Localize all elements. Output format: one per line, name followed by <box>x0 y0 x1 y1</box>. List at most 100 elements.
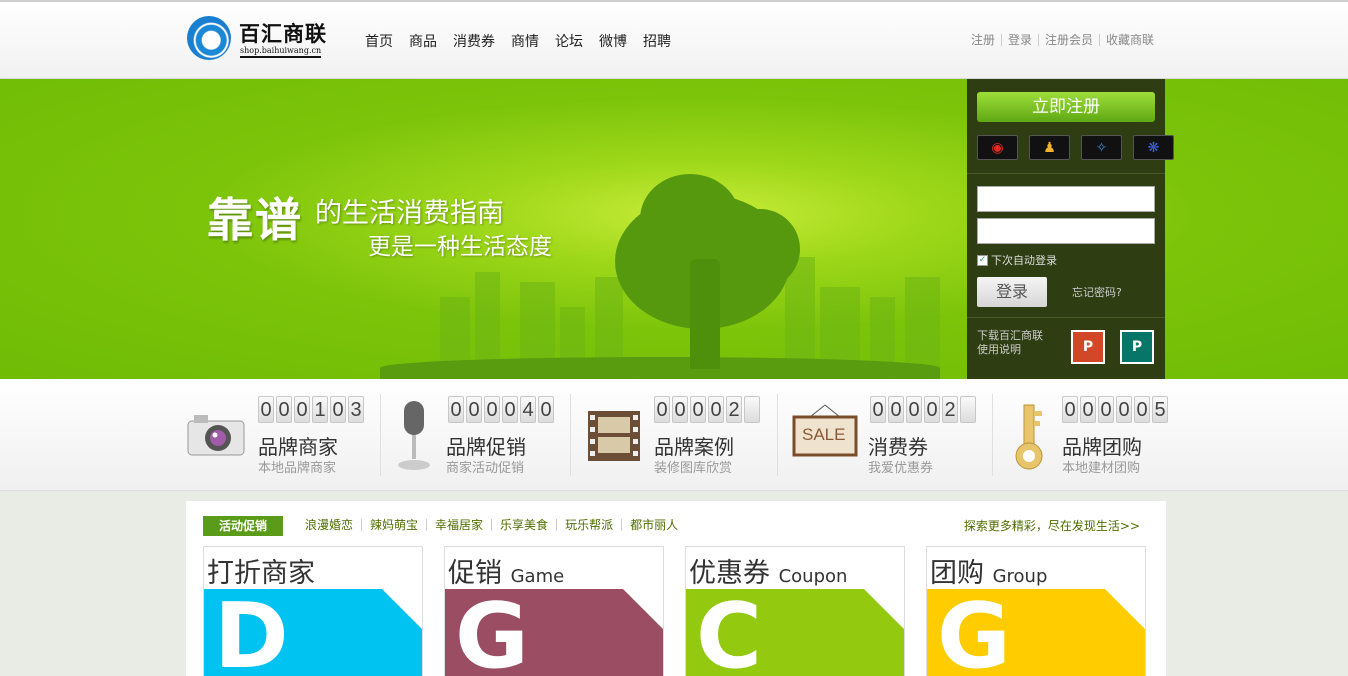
main-nav: 首页 商品 消费券 商情 论坛 微博 招聘 <box>365 31 671 51</box>
key-icon <box>1008 401 1053 470</box>
counter-digits: 0 0 0 0 4 0 <box>448 396 554 423</box>
promo-card-game[interactable]: 促销 Game G <box>444 546 664 676</box>
category-link[interactable]: 玩乐帮派 <box>556 519 621 531</box>
stat-brand-merchants[interactable]: 0 0 0 1 0 3 品牌商家 本地品牌商家 <box>186 379 376 491</box>
counter-digit: 0 <box>708 396 724 423</box>
counter-digit: 0 <box>672 396 688 423</box>
building-shape <box>870 297 895 367</box>
register-member-link[interactable]: 注册会员 <box>1037 34 1099 46</box>
counter-digit: 1 <box>312 396 328 423</box>
promo-card-discount[interactable]: 打折商家 D <box>203 546 423 676</box>
promo-section: 活动促销 浪漫婚恋 辣妈萌宝 幸福居家 乐享美食 玩乐帮派 都市丽人 探索更多精… <box>186 501 1166 676</box>
nav-item-home[interactable]: 首页 <box>365 31 393 51</box>
counter-digit: 0 <box>1080 396 1096 423</box>
divider <box>380 394 381 476</box>
weibo-icon[interactable]: ◉ <box>977 135 1018 160</box>
nav-item-forum[interactable]: 论坛 <box>555 31 583 51</box>
counter-digits: 0 0 0 0 2 <box>654 396 760 423</box>
stat-subtitle: 商家活动促销 <box>446 461 525 476</box>
stat-subtitle: 本地品牌商家 <box>258 461 337 476</box>
tencent-weibo-icon[interactable]: ✧ <box>1081 135 1122 160</box>
stat-title: 品牌案例 <box>654 435 734 459</box>
sale-sign-icon: SALE <box>792 403 858 457</box>
baidu-icon[interactable]: ❋ <box>1133 135 1174 160</box>
counter-digit: 0 <box>466 396 482 423</box>
card-letter: C <box>696 584 763 676</box>
counter-digits: 0 0 0 0 0 5 <box>1062 396 1168 423</box>
divider <box>570 394 571 476</box>
counter-digit: 0 <box>654 396 670 423</box>
site-logo[interactable]: 百汇商联 shop.baihuiwang.cn <box>187 16 337 62</box>
logo-mark-icon <box>187 16 231 60</box>
username-input[interactable] <box>977 186 1155 212</box>
counter-digit: 0 <box>330 396 346 423</box>
nav-item-coupons[interactable]: 消费券 <box>453 31 495 51</box>
card-letter: G <box>937 584 1011 676</box>
counter-digit: 0 <box>1134 396 1150 423</box>
forgot-password-link[interactable]: 忘记密码? <box>1072 284 1122 300</box>
qq-icon[interactable]: ♟ <box>1029 135 1070 160</box>
stat-brand-cases[interactable]: 0 0 0 0 2 品牌案例 装修图库欣赏 <box>586 379 766 491</box>
top-links: 注册 登录 注册会员 收藏商联 <box>965 34 1160 46</box>
counter-digit: 0 <box>870 396 886 423</box>
category-link[interactable]: 幸福居家 <box>426 519 491 531</box>
building-shape <box>475 272 500 367</box>
stat-subtitle: 我爱优惠券 <box>868 461 934 476</box>
stat-coupons[interactable]: SALE 0 0 0 0 2 消费券 我爱优惠券 <box>792 379 982 491</box>
login-button[interactable]: 登录 <box>977 277 1047 307</box>
nav-item-products[interactable]: 商品 <box>409 31 437 51</box>
building-shape <box>905 277 940 367</box>
nav-item-jobs[interactable]: 招聘 <box>643 31 671 51</box>
counter-digit: 0 <box>924 396 940 423</box>
counter-digit: 2 <box>726 396 742 423</box>
camera-icon <box>186 409 246 459</box>
nav-item-weibo[interactable]: 微博 <box>599 31 627 51</box>
tree-illustration <box>720 209 800 289</box>
divider <box>777 394 778 476</box>
counter-digit: 3 <box>348 396 364 423</box>
logo-domain: shop.baihuiwang.cn <box>240 46 322 58</box>
register-link[interactable]: 注册 <box>965 34 1001 46</box>
stat-title: 品牌促销 <box>446 435 526 459</box>
counter-digit: 0 <box>294 396 310 423</box>
download-manual-text: 下载百汇商联使用说明 <box>977 329 1043 356</box>
counter-digit: 0 <box>690 396 706 423</box>
publisher-download-icon[interactable]: P <box>1120 330 1154 364</box>
category-link[interactable]: 乐享美食 <box>491 519 556 531</box>
counter-digit: 0 <box>1116 396 1132 423</box>
counter-digit: 0 <box>258 396 274 423</box>
building-shape <box>595 277 623 367</box>
counter-digit: 0 <box>484 396 500 423</box>
register-now-button[interactable]: 立即注册 <box>977 92 1155 122</box>
login-link[interactable]: 登录 <box>1000 34 1038 46</box>
sale-sign-text: SALE <box>802 425 846 444</box>
site-header: 百汇商联 shop.baihuiwang.cn 首页 商品 消费券 商情 论坛 … <box>0 0 1348 79</box>
category-link[interactable]: 辣妈萌宝 <box>361 519 426 531</box>
bookmark-link[interactable]: 收藏商联 <box>1098 34 1160 46</box>
explore-more-link[interactable]: 探索更多精彩，尽在发现生活>> <box>964 517 1140 534</box>
counter-digit: 0 <box>906 396 922 423</box>
login-panel: 立即注册 ◉ ♟ ✧ ❋ ✓ 下次自动登录 登录 忘记密码? 下载百汇商联使用说… <box>967 79 1174 379</box>
counter-digit: 2 <box>942 396 958 423</box>
password-input[interactable] <box>977 218 1155 244</box>
category-link[interactable]: 浪漫婚恋 <box>297 519 361 531</box>
promo-card-group[interactable]: 团购 Group G <box>926 546 1146 676</box>
stat-subtitle: 本地建材团购 <box>1062 461 1141 476</box>
stat-subtitle: 装修图库欣赏 <box>654 461 733 476</box>
card-letter: D <box>214 584 289 676</box>
counter-digit: 0 <box>276 396 292 423</box>
counter-digits: 0 0 0 1 0 3 <box>258 396 364 423</box>
counter-digit: 0 <box>502 396 518 423</box>
counter-digit: 0 <box>538 396 554 423</box>
stat-brand-promotions[interactable]: 0 0 0 0 4 0 品牌促销 商家活动促销 <box>392 379 562 491</box>
counter-digit: 4 <box>520 396 536 423</box>
powerpoint-download-icon[interactable]: P <box>1071 330 1105 364</box>
divider <box>967 317 1165 318</box>
nav-item-news[interactable]: 商情 <box>511 31 539 51</box>
promo-card-coupon[interactable]: 优惠券 Coupon C <box>685 546 905 676</box>
promo-section-label: 活动促销 <box>203 516 283 536</box>
logo-text: 百汇商联 <box>239 21 327 46</box>
stat-group-buy[interactable]: 0 0 0 0 0 5 品牌团购 本地建材团购 <box>1008 379 1168 491</box>
category-link[interactable]: 都市丽人 <box>621 519 686 531</box>
auto-login-checkbox[interactable]: ✓ <box>977 254 988 266</box>
